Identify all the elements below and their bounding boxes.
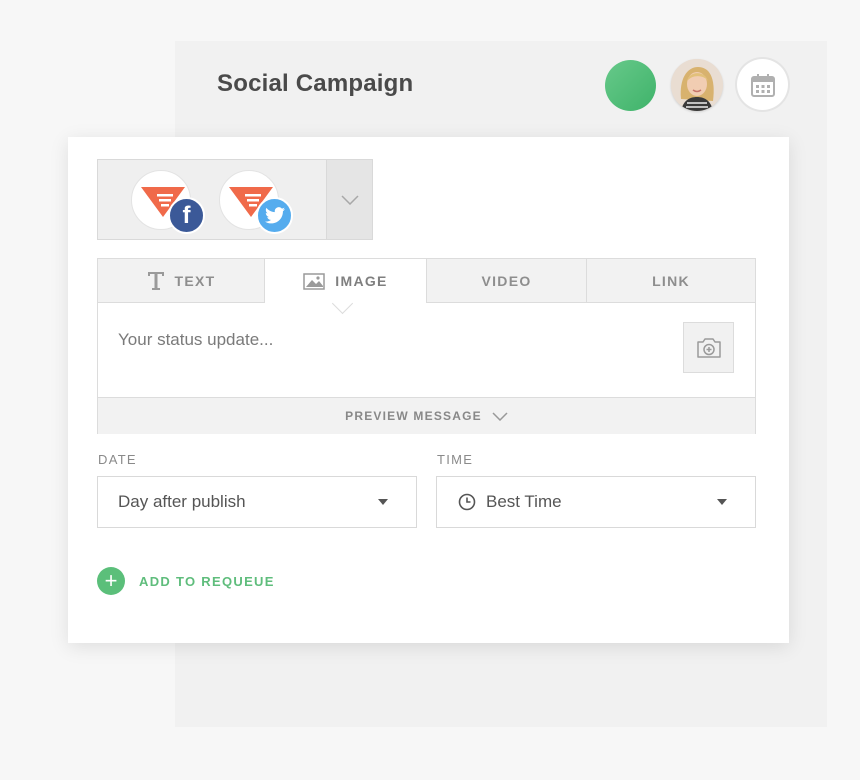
calendar-icon bbox=[750, 73, 775, 97]
caret-down-icon bbox=[717, 499, 727, 505]
plus-circle-icon: + bbox=[97, 567, 125, 595]
active-tab-pointer bbox=[331, 292, 354, 315]
calendar-button[interactable] bbox=[737, 59, 788, 110]
camera-icon bbox=[696, 337, 721, 358]
status-input[interactable] bbox=[116, 329, 660, 351]
image-icon bbox=[303, 272, 326, 290]
add-to-requeue-label: ADD TO REQUEUE bbox=[139, 573, 275, 589]
add-photo-button[interactable] bbox=[683, 322, 734, 373]
account-twitter[interactable] bbox=[219, 170, 293, 234]
twitter-icon bbox=[256, 197, 293, 234]
caret-down-icon bbox=[378, 499, 388, 505]
preview-message-toggle[interactable]: PREVIEW MESSAGE bbox=[98, 397, 755, 434]
time-label: TIME bbox=[437, 452, 474, 467]
text-icon bbox=[147, 271, 164, 290]
account-dropdown-toggle[interactable] bbox=[326, 160, 372, 239]
tab-label: LINK bbox=[652, 272, 690, 289]
chevron-down-icon bbox=[340, 194, 359, 205]
facebook-icon: f bbox=[168, 197, 205, 234]
avatar-image bbox=[671, 59, 723, 111]
time-select[interactable]: Best Time bbox=[436, 476, 756, 528]
tab-label: IMAGE bbox=[335, 273, 388, 289]
preview-message-label: PREVIEW MESSAGE bbox=[345, 409, 482, 423]
date-label: DATE bbox=[98, 452, 137, 467]
tab-text[interactable]: TEXT bbox=[98, 259, 265, 302]
post-composer-card: f TEXT IMAGE VIDEO LINK Your status upda… bbox=[68, 137, 789, 643]
chevron-down-icon bbox=[492, 411, 508, 421]
post-type-tabs: TEXT IMAGE VIDEO LINK bbox=[98, 259, 755, 315]
date-select-value: Day after publish bbox=[118, 492, 246, 511]
account-selector: f bbox=[97, 159, 373, 240]
account-facebook[interactable]: f bbox=[131, 170, 205, 234]
clock-icon bbox=[458, 493, 476, 511]
status-indicator bbox=[605, 60, 656, 111]
page-title: Social Campaign bbox=[217, 70, 414, 97]
tab-label: TEXT bbox=[174, 272, 216, 289]
date-select[interactable]: Day after publish bbox=[97, 476, 417, 528]
message-composer: TEXT IMAGE VIDEO LINK Your status update… bbox=[97, 258, 756, 434]
tab-image[interactable]: IMAGE bbox=[265, 259, 427, 315]
tab-link[interactable]: LINK bbox=[587, 259, 755, 302]
tab-video[interactable]: VIDEO bbox=[427, 259, 587, 302]
add-to-requeue-button[interactable]: + ADD TO REQUEUE bbox=[97, 567, 275, 595]
tab-label: VIDEO bbox=[481, 272, 532, 289]
time-select-value: Best Time bbox=[486, 492, 562, 511]
avatar[interactable] bbox=[671, 59, 723, 111]
